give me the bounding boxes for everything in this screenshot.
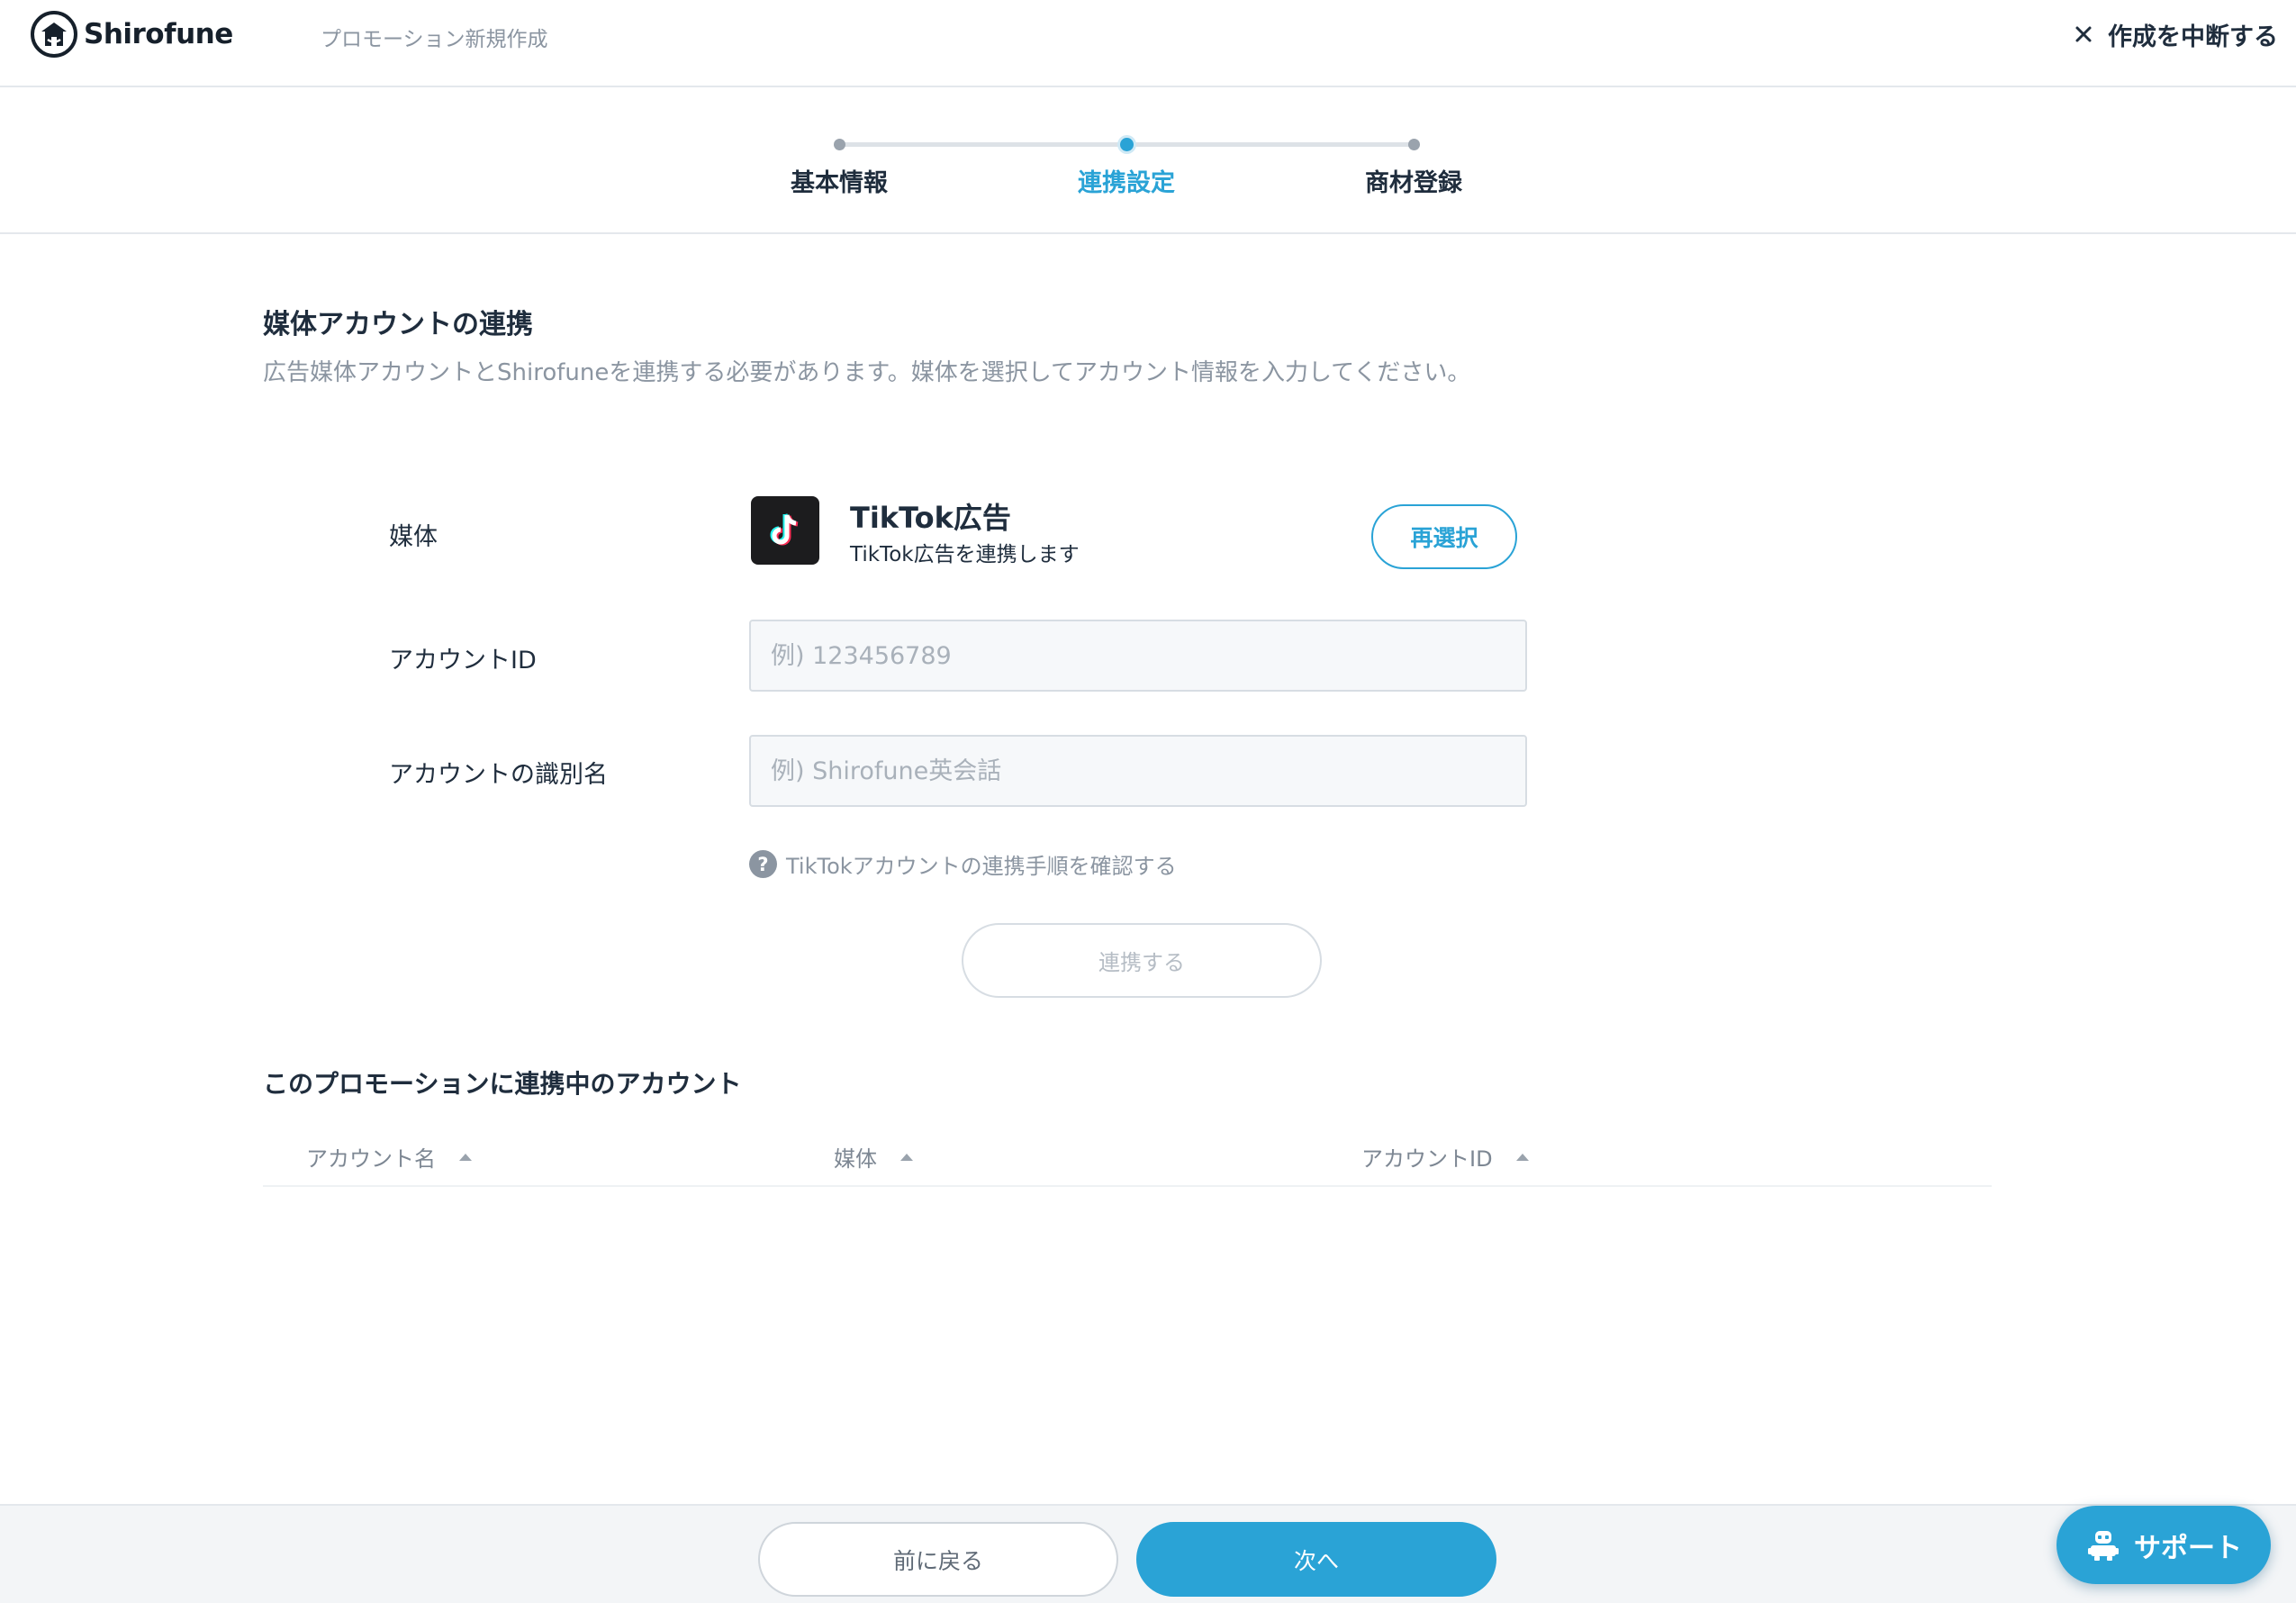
step-dot-basic-info [834,139,845,150]
linked-accounts-table-header: アカウント名 媒体 アカウントID [263,1130,1992,1187]
back-button[interactable]: 前に戻る [758,1522,1118,1597]
abort-creation-button[interactable]: 作成を中断する [2072,16,2278,52]
column-header-label: 媒体 [834,1146,877,1172]
column-header-label: アカウント名 [306,1146,436,1172]
account-name-input[interactable] [749,735,1527,807]
column-header-account-id[interactable]: アカウントID [1361,1141,1529,1173]
abort-creation-label: 作成を中断する [2108,23,2278,51]
app-header: Shirofune プロモーション新規作成 作成を中断する [0,0,2296,87]
tiktok-help-link[interactable]: ? TikTokアカウントの連携手順を確認する [749,848,1177,880]
media-label: 媒体 [389,523,438,551]
account-name-label: アカウントの識別名 [389,761,608,789]
step-connector [1127,142,1415,147]
progress-stepper: 基本情報 連携設定 商材登録 [0,89,2296,234]
shirofune-logo[interactable]: Shirofune [30,9,233,59]
logo-text: Shirofune [84,18,233,50]
close-icon [2075,26,2092,42]
step-dot-product-registration [1408,139,1420,150]
account-id-input[interactable] [749,620,1527,692]
sort-ascending-icon [1515,1153,1529,1161]
support-button[interactable]: サポート [2056,1506,2271,1584]
step-label-product-registration: 商材登録 [1365,169,1462,197]
column-header-media[interactable]: 媒体 [834,1141,913,1173]
linked-accounts-title: このプロモーションに連携中のアカウント [263,1069,742,1099]
step-label-link-settings: 連携設定 [1078,169,1175,197]
step-connector [840,142,1127,147]
media-subtitle: TikTok広告を連携します [850,543,1080,566]
step-label-basic-info: 基本情報 [791,169,888,197]
step-dot-link-settings [1120,138,1134,151]
next-button[interactable]: 次へ [1136,1522,1496,1597]
tiktok-note-icon [770,513,799,546]
column-header-account-name[interactable]: アカウント名 [306,1141,472,1173]
sort-ascending-icon [459,1153,472,1161]
reselect-button[interactable]: 再選択 [1371,504,1517,569]
tiktok-icon [751,496,819,565]
help-icon: ? [749,850,777,878]
link-account-button[interactable]: 連携する [962,923,1322,998]
sort-ascending-icon [900,1153,913,1161]
section-title: 媒体アカウントの連携 [263,309,533,340]
shirofune-logo-icon [31,11,77,58]
robot-icon [2088,1530,2119,1561]
footer-bar: 前に戻る 次へ [0,1504,2296,1603]
account-id-label: アカウントID [389,647,537,675]
support-label: サポート [2134,1532,2242,1564]
media-name: TikTok広告 [850,501,1011,535]
page-name: プロモーション新規作成 [321,28,548,51]
column-header-label: アカウントID [1361,1146,1493,1172]
section-description: 広告媒体アカウントとShirofuneを連携する必要があります。媒体を選択してア… [263,359,1471,386]
help-link-text: TikTokアカウントの連携手順を確認する [786,854,1177,879]
